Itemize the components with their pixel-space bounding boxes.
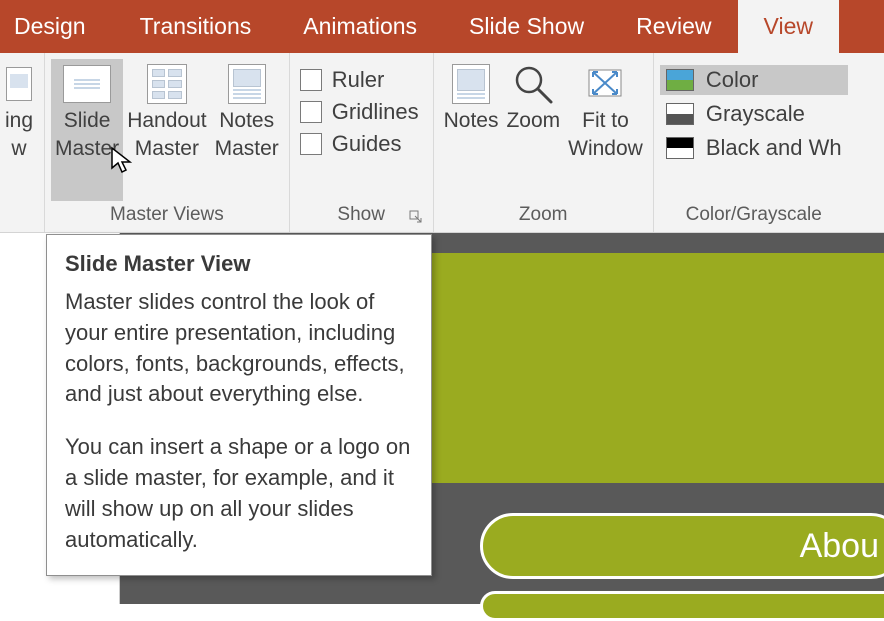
slide-button-about-label: Abou [800, 527, 879, 566]
group-master-views: Slide Master Handout Master Notes Master [45, 53, 290, 232]
checkbox-icon [300, 133, 322, 155]
bw-swatch-icon [666, 137, 694, 159]
grayscale-label: Grayscale [706, 101, 805, 127]
group-show: Ruler Gridlines Guides Show [290, 53, 434, 232]
guides-checkbox[interactable]: Guides [300, 131, 419, 157]
ribbon-body: ing w Slide Master Hando [0, 53, 884, 233]
tooltip-body: Master slides control the look of your e… [65, 287, 413, 555]
tab-design[interactable]: Design [0, 0, 114, 53]
group-presentation-views-partial: ing w [0, 53, 45, 232]
show-dialog-launcher-icon[interactable] [409, 210, 423, 224]
notes-master-button[interactable]: Notes Master [211, 59, 283, 201]
color-button[interactable]: Color [660, 65, 848, 95]
tooltip-title: Slide Master View [65, 251, 413, 277]
reading-view-label: ing w [5, 107, 33, 164]
handout-master-label: Handout Master [127, 107, 206, 164]
zoom-button[interactable]: Zoom [502, 59, 564, 201]
notes-button[interactable]: Notes [440, 59, 503, 201]
ribbon-tabs: Design Transitions Animations Slide Show… [0, 0, 884, 53]
fit-to-window-icon [581, 63, 629, 105]
checkbox-icon [300, 101, 322, 123]
grayscale-button[interactable]: Grayscale [660, 99, 848, 129]
color-label: Color [706, 67, 759, 93]
notes-label: Notes [444, 107, 499, 135]
grayscale-swatch-icon [666, 103, 694, 125]
tab-animations[interactable]: Animations [277, 0, 443, 53]
zoom-label: Zoom [506, 107, 560, 135]
notes-master-label: Notes Master [215, 107, 279, 164]
gridlines-checkbox[interactable]: Gridlines [300, 99, 419, 125]
tab-review[interactable]: Review [610, 0, 737, 53]
gridlines-label: Gridlines [332, 99, 419, 125]
tab-transitions[interactable]: Transitions [114, 0, 278, 53]
reading-view-icon [4, 63, 34, 105]
group-label-zoom: Zoom [440, 201, 647, 232]
group-zoom: Notes Zoom Fit to Window Zoom [434, 53, 654, 232]
reading-view-button[interactable]: ing w [0, 59, 38, 201]
color-swatch-icon [666, 69, 694, 91]
magnifier-icon [509, 63, 557, 105]
notes-master-icon [223, 63, 271, 105]
group-label-presentation-partial [0, 201, 38, 232]
group-label-master-views: Master Views [51, 201, 283, 232]
black-and-white-button[interactable]: Black and Wh [660, 133, 848, 163]
slide-master-button[interactable]: Slide Master [51, 59, 123, 201]
slide-master-icon [63, 63, 111, 105]
tab-slideshow[interactable]: Slide Show [443, 0, 610, 53]
guides-label: Guides [332, 131, 402, 157]
fit-to-window-button[interactable]: Fit to Window [564, 59, 647, 201]
ruler-label: Ruler [332, 67, 385, 93]
fit-to-window-label: Fit to Window [568, 107, 643, 164]
slide-button-about[interactable]: Abou [480, 513, 884, 579]
tab-view[interactable]: View [738, 0, 839, 53]
slide-master-label: Slide Master [55, 107, 119, 164]
group-label-color-grayscale: Color/Grayscale [660, 201, 848, 232]
checkbox-icon [300, 69, 322, 91]
slide-master-tooltip: Slide Master View Master slides control … [46, 234, 432, 576]
notes-icon [447, 63, 495, 105]
group-label-show: Show [296, 201, 427, 232]
bw-label: Black and Wh [706, 135, 842, 161]
ruler-checkbox[interactable]: Ruler [300, 67, 419, 93]
handout-master-button[interactable]: Handout Master [123, 59, 210, 201]
group-color-grayscale: Color Grayscale Black and Wh Color/Grays… [654, 53, 854, 232]
handout-master-icon [143, 63, 191, 105]
slide-button-2[interactable] [480, 591, 884, 621]
